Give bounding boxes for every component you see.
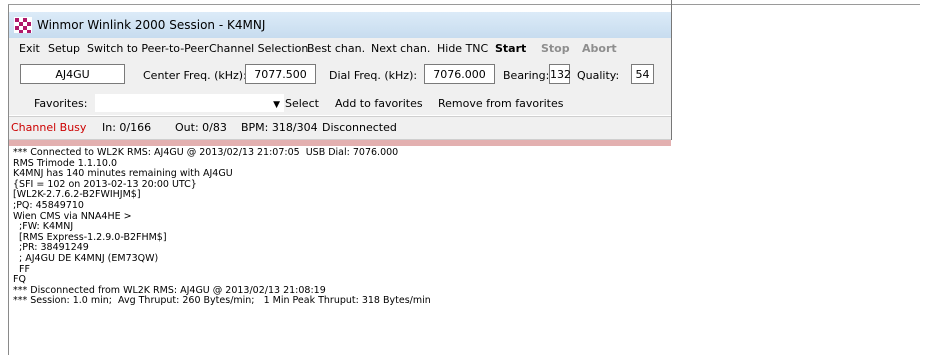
status-bar: Channel Busy In: 0/166 Out: 0/83 BPM: 31… <box>9 116 671 140</box>
log-line: *** Session: 1.0 min; Avg Thruput: 260 B… <box>13 295 431 307</box>
log-line: ;PQ: 45849710 <box>13 199 84 211</box>
log-line: [WL2K-2.7.6.2-B2FWIHJM$] <box>13 189 141 201</box>
out-count: Out: 0/83 <box>175 121 227 134</box>
dial-freq-label: Dial Freq. (kHz): <box>329 69 418 82</box>
app-logo-icon <box>14 17 32 33</box>
menu-abort[interactable]: Abort <box>582 42 617 55</box>
favorites-dropdown[interactable]: ▼ <box>95 94 284 112</box>
remove-favorite-button[interactable]: Remove from favorites <box>438 97 563 110</box>
chevron-down-icon[interactable]: ▼ <box>273 100 280 110</box>
menu-exit[interactable]: Exit <box>19 42 40 55</box>
session-window: Winmor Winlink 2000 Session - K4MNJ Exit… <box>8 5 672 355</box>
center-freq-label: Center Freq. (kHz): <box>143 69 247 82</box>
menu-start[interactable]: Start <box>495 42 526 55</box>
window-title: Winmor Winlink 2000 Session - K4MNJ <box>37 18 266 32</box>
menu-setup[interactable]: Setup <box>48 42 80 55</box>
menu-bar: Exit Setup Switch to Peer-to-Peer Channe… <box>9 38 671 59</box>
bearing-label: Bearing: <box>503 69 550 82</box>
favorites-row: Favorites: ▼ Select Add to favorites Rem… <box>9 91 671 115</box>
in-count: In: 0/166 <box>102 121 152 134</box>
quality-label: Quality: <box>577 69 620 82</box>
menu-hide-tnc[interactable]: Hide TNC <box>437 42 488 55</box>
menu-best-chan[interactable]: Best chan. <box>307 42 365 55</box>
parameters-row: AJ4GU Center Freq. (kHz): 7077.500 Dial … <box>9 59 671 91</box>
channel-busy-status: Channel Busy <box>11 121 87 134</box>
bearing-field[interactable]: 132 <box>549 64 571 84</box>
center-freq-field[interactable]: 7077.500 <box>245 64 316 84</box>
log-line: Wien CMS via NNA4HE > <box>13 210 132 222</box>
dial-freq-field[interactable]: 7076.000 <box>424 64 495 84</box>
quality-field[interactable]: 54 <box>631 64 654 84</box>
log-line: [RMS Express-1.2.9.0-B2FHM$] <box>13 231 167 243</box>
menu-channel-selection[interactable]: Channel Selection <box>209 42 308 55</box>
session-log[interactable]: *** Connected to WL2K RMS: AJ4GU @ 2013/… <box>13 147 663 307</box>
title-bar[interactable]: Winmor Winlink 2000 Session - K4MNJ <box>9 12 671 38</box>
menu-stop[interactable]: Stop <box>541 42 570 55</box>
bpm-value: BPM: 318/304 <box>241 121 318 134</box>
menu-next-chan[interactable]: Next chan. <box>371 42 430 55</box>
log-line: *** Connected to WL2K RMS: AJ4GU @ 2013/… <box>13 147 399 158</box>
select-button[interactable]: Select <box>285 97 319 110</box>
add-favorite-button[interactable]: Add to favorites <box>335 97 423 110</box>
busy-indicator-bar <box>9 140 671 146</box>
log-line: ; AJ4GU DE K4MNJ (EM73QW) <box>13 252 159 264</box>
log-line: FF <box>13 263 30 275</box>
callsign-field[interactable]: AJ4GU <box>20 64 125 84</box>
connection-status: Disconnected <box>322 121 397 134</box>
window-right-edge <box>671 0 672 140</box>
favorites-label: Favorites: <box>34 97 88 110</box>
menu-switch-peer[interactable]: Switch to Peer-to-Peer <box>87 42 208 55</box>
